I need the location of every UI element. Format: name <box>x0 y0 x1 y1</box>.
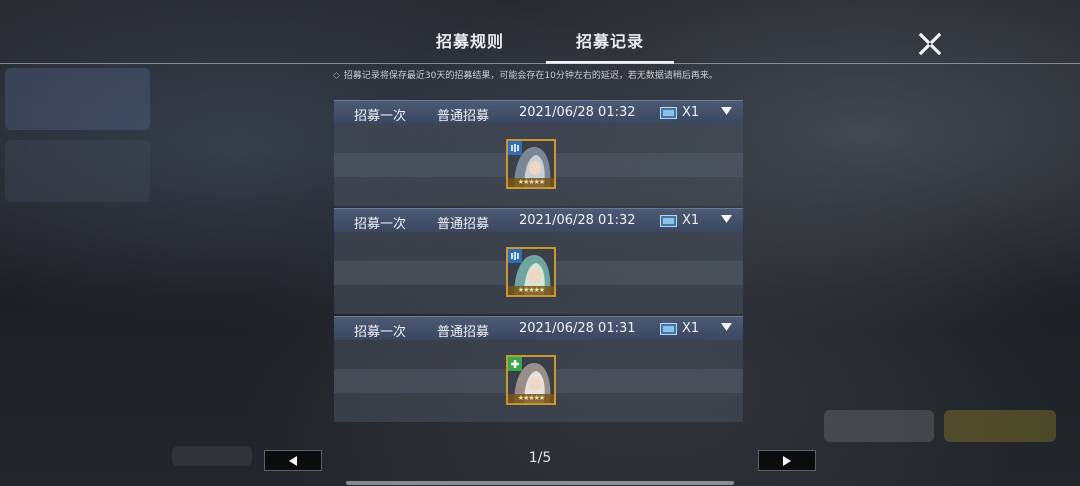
record-body: ★★★★★ <box>334 124 743 206</box>
star-rating: ★★★★★ <box>508 178 554 187</box>
tab-recruit-rules[interactable]: 招募规则 <box>420 28 520 60</box>
green-plus-icon <box>508 357 522 371</box>
tab-label: 招募记录 <box>575 32 644 51</box>
record-header[interactable]: 招募一次 普通招募 2021/06/28 01:32 X1 <box>334 100 743 124</box>
record-count: X1 <box>682 213 700 228</box>
blue-class-icon <box>508 141 522 155</box>
diamond-bullet-icon: ◇ <box>333 71 340 81</box>
record-type: 招募一次 <box>354 109 407 124</box>
record-pool: 普通招募 <box>437 109 490 124</box>
close-x-icon <box>918 32 942 56</box>
record-count: X1 <box>682 105 700 120</box>
record-count: X1 <box>682 321 700 336</box>
header: 招募规则 招募记录 <box>0 0 1080 64</box>
record-header[interactable]: 招募一次 普通招募 2021/06/28 01:32 X1 <box>334 208 743 232</box>
record-entry: 招募一次 普通招募 2021/06/28 01:31 X1 ★★★★★ <box>334 316 743 422</box>
record-header[interactable]: 招募一次 普通招募 2021/06/28 01:31 X1 <box>334 316 743 340</box>
background-button-shadow <box>944 410 1056 442</box>
background-label-shadow <box>172 446 252 466</box>
record-time: 2021/06/28 01:32 <box>519 105 636 120</box>
record-entry: 招募一次 普通招募 2021/06/28 01:32 X1 ★★★★★ <box>334 100 743 206</box>
triangle-down-icon[interactable] <box>721 215 732 226</box>
star-rating: ★★★★★ <box>508 394 554 403</box>
character-card[interactable]: ★★★★★ <box>506 247 556 297</box>
record-type: 招募一次 <box>354 217 407 232</box>
record-pool: 普通招募 <box>437 325 490 340</box>
scrollbar[interactable] <box>346 481 734 485</box>
character-card[interactable]: ★★★★★ <box>506 355 556 405</box>
record-pool: 普通招募 <box>437 217 490 232</box>
header-divider <box>0 63 1080 64</box>
character-card[interactable]: ★★★★★ <box>506 139 556 189</box>
next-page-button[interactable] <box>758 450 816 471</box>
triangle-down-icon[interactable] <box>721 107 732 118</box>
record-body: ★★★★★ <box>334 340 743 422</box>
recruit-ticket-icon <box>660 107 677 119</box>
tab-label: 招募规则 <box>435 32 504 51</box>
recruit-ticket-icon <box>660 323 677 335</box>
record-time: 2021/06/28 01:32 <box>519 213 636 228</box>
background-thumbnail <box>5 68 150 130</box>
record-type: 招募一次 <box>354 325 407 340</box>
record-list[interactable]: 招募一次 普通招募 2021/06/28 01:32 X1 ★★★★★ 招募一次… <box>334 100 743 423</box>
record-entry: 招募一次 普通招募 2021/06/28 01:32 X1 ★★★★★ <box>334 208 743 314</box>
triangle-down-icon[interactable] <box>721 323 732 334</box>
tab-recruit-records[interactable]: 招募记录 <box>546 28 674 64</box>
triangle-right-icon <box>783 456 791 466</box>
close-button[interactable] <box>914 28 946 60</box>
background-thumbnail <box>5 140 150 202</box>
notice-text: ◇ 招募记录将保存最近30天的招募结果，可能会存在10分钟左右的延迟，若无数据请稍… <box>333 71 718 81</box>
star-rating: ★★★★★ <box>508 286 554 295</box>
blue-class-icon <box>508 249 522 263</box>
triangle-left-icon <box>289 456 297 466</box>
prev-page-button[interactable] <box>264 450 322 471</box>
record-time: 2021/06/28 01:31 <box>519 321 636 336</box>
recruit-ticket-icon <box>660 215 677 227</box>
page-indicator: 1/5 <box>528 450 552 466</box>
record-body: ★★★★★ <box>334 232 743 314</box>
background-button-shadow <box>824 410 934 442</box>
